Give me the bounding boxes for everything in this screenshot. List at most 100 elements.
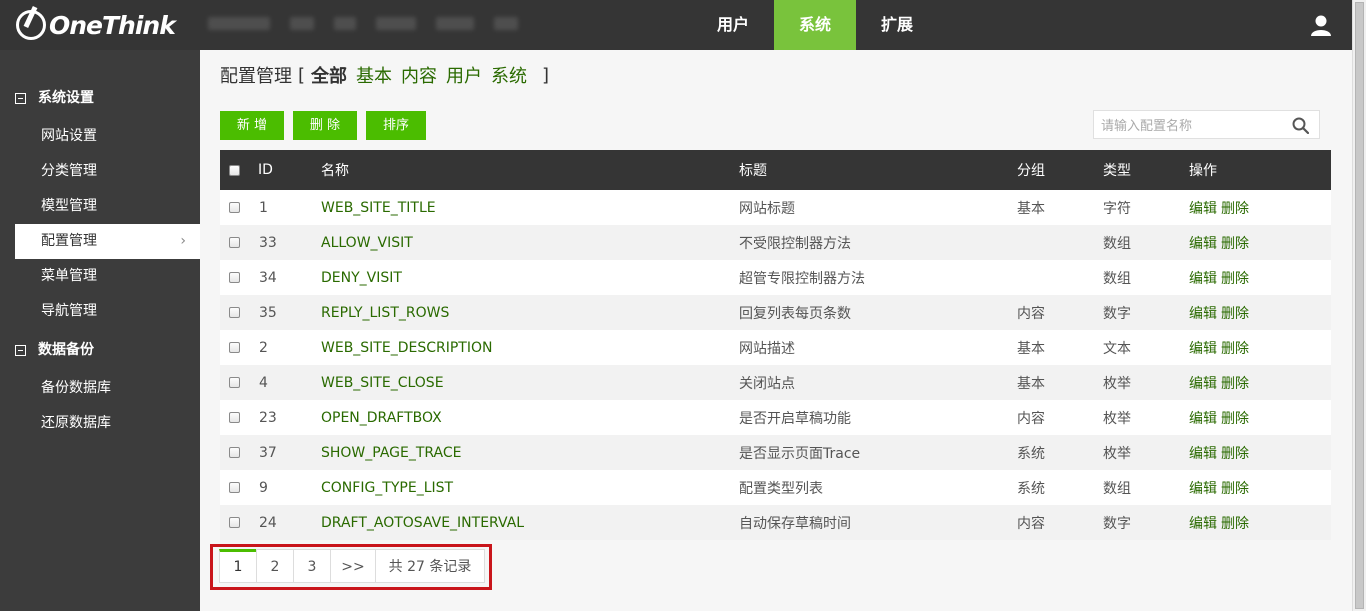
table-row: 4 WEB_SITE_CLOSE 关闭站点 基本 枚举 编辑 删除 [220, 365, 1331, 400]
delete-button[interactable]: 删 除 [293, 111, 357, 140]
table-row: 34 DENY_VISIT 超管专限控制器方法 数组 编辑 删除 [220, 260, 1331, 295]
sidebar-item-0-5[interactable]: 导航管理 [0, 294, 200, 329]
delete-link[interactable]: 删除 [1221, 303, 1249, 323]
cell-ops: 编辑 删除 [1189, 330, 1253, 365]
sidebar-item-label: 菜单管理 [41, 268, 97, 284]
delete-link[interactable]: 删除 [1221, 408, 1249, 428]
delete-link[interactable]: 删除 [1221, 268, 1249, 288]
scrollbar-thumb[interactable] [1355, 2, 1364, 609]
header-id[interactable]: ID [258, 150, 273, 190]
header-title[interactable]: 标题 [739, 150, 767, 190]
edit-link[interactable]: 编辑 [1189, 268, 1217, 288]
sidebar-item-1-0[interactable]: 备份数据库 [0, 371, 200, 406]
edit-link[interactable]: 编辑 [1189, 198, 1217, 218]
sidebar-item-label: 配置管理 [41, 233, 97, 249]
cell-name-link[interactable]: DENY_VISIT [321, 260, 402, 295]
sidebar-group-0[interactable]: 系统设置 [0, 87, 200, 109]
page-3-button[interactable]: 3 [293, 549, 331, 583]
row-checkbox[interactable] [229, 470, 240, 505]
header-ops: 操作 [1189, 163, 1217, 179]
filter-0[interactable]: 全部 [311, 62, 347, 88]
sidebar-item-0-4[interactable]: 菜单管理 [0, 259, 200, 294]
edit-link[interactable]: 编辑 [1189, 443, 1217, 463]
filter-2[interactable]: 内容 [401, 62, 437, 88]
top-bar: OneThink 用户 系统 扩展 [0, 0, 1352, 50]
cell-type: 数组 [1103, 270, 1131, 287]
scrollbar[interactable] [1352, 0, 1366, 611]
edit-link[interactable]: 编辑 [1189, 338, 1217, 358]
total-records: 共 27 条记录 [375, 549, 485, 583]
cell-title: 超管专限控制器方法 [739, 270, 865, 287]
page-1-button[interactable]: 1 [219, 549, 257, 583]
sidebar-item-1-1[interactable]: 还原数据库 [0, 406, 200, 441]
nav-item-0[interactable]: 用户 [692, 0, 774, 50]
user-icon[interactable] [1310, 14, 1332, 36]
cell-ops: 编辑 删除 [1189, 435, 1253, 470]
delete-link[interactable]: 删除 [1221, 513, 1249, 533]
cell-name-link[interactable]: SHOW_PAGE_TRACE [321, 435, 462, 470]
cell-ops: 编辑 删除 [1189, 470, 1253, 505]
header-name[interactable]: 名称 [321, 150, 349, 190]
table-row: 37 SHOW_PAGE_TRACE 是否显示页面Trace 系统 枚举 编辑 删除 [220, 435, 1331, 470]
cell-name-link[interactable]: CONFIG_TYPE_LIST [321, 470, 453, 505]
cell-ops: 编辑 删除 [1189, 400, 1253, 435]
cell-name-link[interactable]: ALLOW_VISIT [321, 225, 413, 260]
edit-link[interactable]: 编辑 [1189, 408, 1217, 428]
row-checkbox[interactable] [229, 435, 240, 470]
sidebar-item-0-0[interactable]: 网站设置 [0, 119, 200, 154]
table-header: ID 名称 标题 分组 类型 操作 [220, 150, 1331, 190]
edit-link[interactable]: 编辑 [1189, 513, 1217, 533]
table-row: 24 DRAFT_AOTOSAVE_INTERVAL 自动保存草稿时间 内容 数字 编辑删… [220, 505, 1331, 540]
row-checkbox[interactable] [229, 330, 240, 365]
header-type[interactable]: 类型 [1103, 150, 1131, 190]
cell-group: 基本 [1017, 340, 1045, 357]
sidebar-group-1[interactable]: 数据备份 [0, 339, 200, 361]
cell-title: 是否开启草稿功能 [739, 410, 851, 427]
sidebar-item-0-3[interactable]: 配置管理 › [15, 224, 200, 259]
row-checkbox[interactable] [229, 295, 240, 330]
header-group[interactable]: 分组 [1017, 150, 1045, 190]
search-input[interactable] [1099, 116, 1288, 136]
cell-name-link[interactable]: WEB_SITE_DESCRIPTION [321, 330, 492, 365]
page-2-button[interactable]: 2 [256, 549, 294, 583]
row-checkbox[interactable] [229, 365, 240, 400]
sidebar-item-0-2[interactable]: 模型管理 [0, 189, 200, 224]
logo[interactable]: OneThink [16, 8, 176, 42]
cell-name-link[interactable]: WEB_SITE_CLOSE [321, 365, 444, 400]
row-checkbox[interactable] [229, 400, 240, 435]
edit-link[interactable]: 编辑 [1189, 303, 1217, 323]
sidebar-item-0-1[interactable]: 分类管理 [0, 154, 200, 189]
delete-link[interactable]: 删除 [1221, 198, 1249, 218]
delete-link[interactable]: 删除 [1221, 443, 1249, 463]
cell-name-link[interactable]: OPEN_DRAFTBOX [321, 400, 442, 435]
delete-link[interactable]: 删除 [1221, 373, 1249, 393]
row-checkbox[interactable] [229, 505, 240, 540]
search-icon[interactable] [1292, 117, 1309, 134]
delete-link[interactable]: 删除 [1221, 233, 1249, 253]
next-page-button[interactable]: >> [330, 549, 376, 583]
cell-type: 数字 [1103, 515, 1131, 532]
edit-link[interactable]: 编辑 [1189, 373, 1217, 393]
row-checkbox[interactable] [229, 225, 240, 260]
row-checkbox[interactable] [229, 190, 240, 225]
edit-link[interactable]: 编辑 [1189, 233, 1217, 253]
cell-title: 关闭站点 [739, 375, 795, 392]
cell-title: 网站标题 [739, 200, 795, 217]
nav-item-2[interactable]: 扩展 [856, 0, 938, 50]
nav-item-1[interactable]: 系统 [774, 0, 857, 50]
filter-4[interactable]: 系统 [491, 62, 527, 88]
delete-link[interactable]: 删除 [1221, 478, 1249, 498]
edit-link[interactable]: 编辑 [1189, 478, 1217, 498]
add-button[interactable]: 新 增 [220, 111, 284, 140]
sort-button[interactable]: 排序 [366, 111, 426, 140]
cell-name-link[interactable]: REPLY_LIST_ROWS [321, 295, 449, 330]
filter-1[interactable]: 基本 [356, 62, 392, 88]
cell-name-link[interactable]: DRAFT_AOTOSAVE_INTERVAL [321, 505, 524, 540]
filter-3[interactable]: 用户 [446, 62, 482, 88]
select-all-checkbox[interactable] [229, 150, 240, 190]
row-checkbox[interactable] [229, 260, 240, 295]
cell-ops: 编辑 删除 [1189, 225, 1253, 260]
delete-link[interactable]: 删除 [1221, 338, 1249, 358]
cell-name-link[interactable]: WEB_SITE_TITLE [321, 190, 436, 225]
search-box [1093, 110, 1320, 139]
